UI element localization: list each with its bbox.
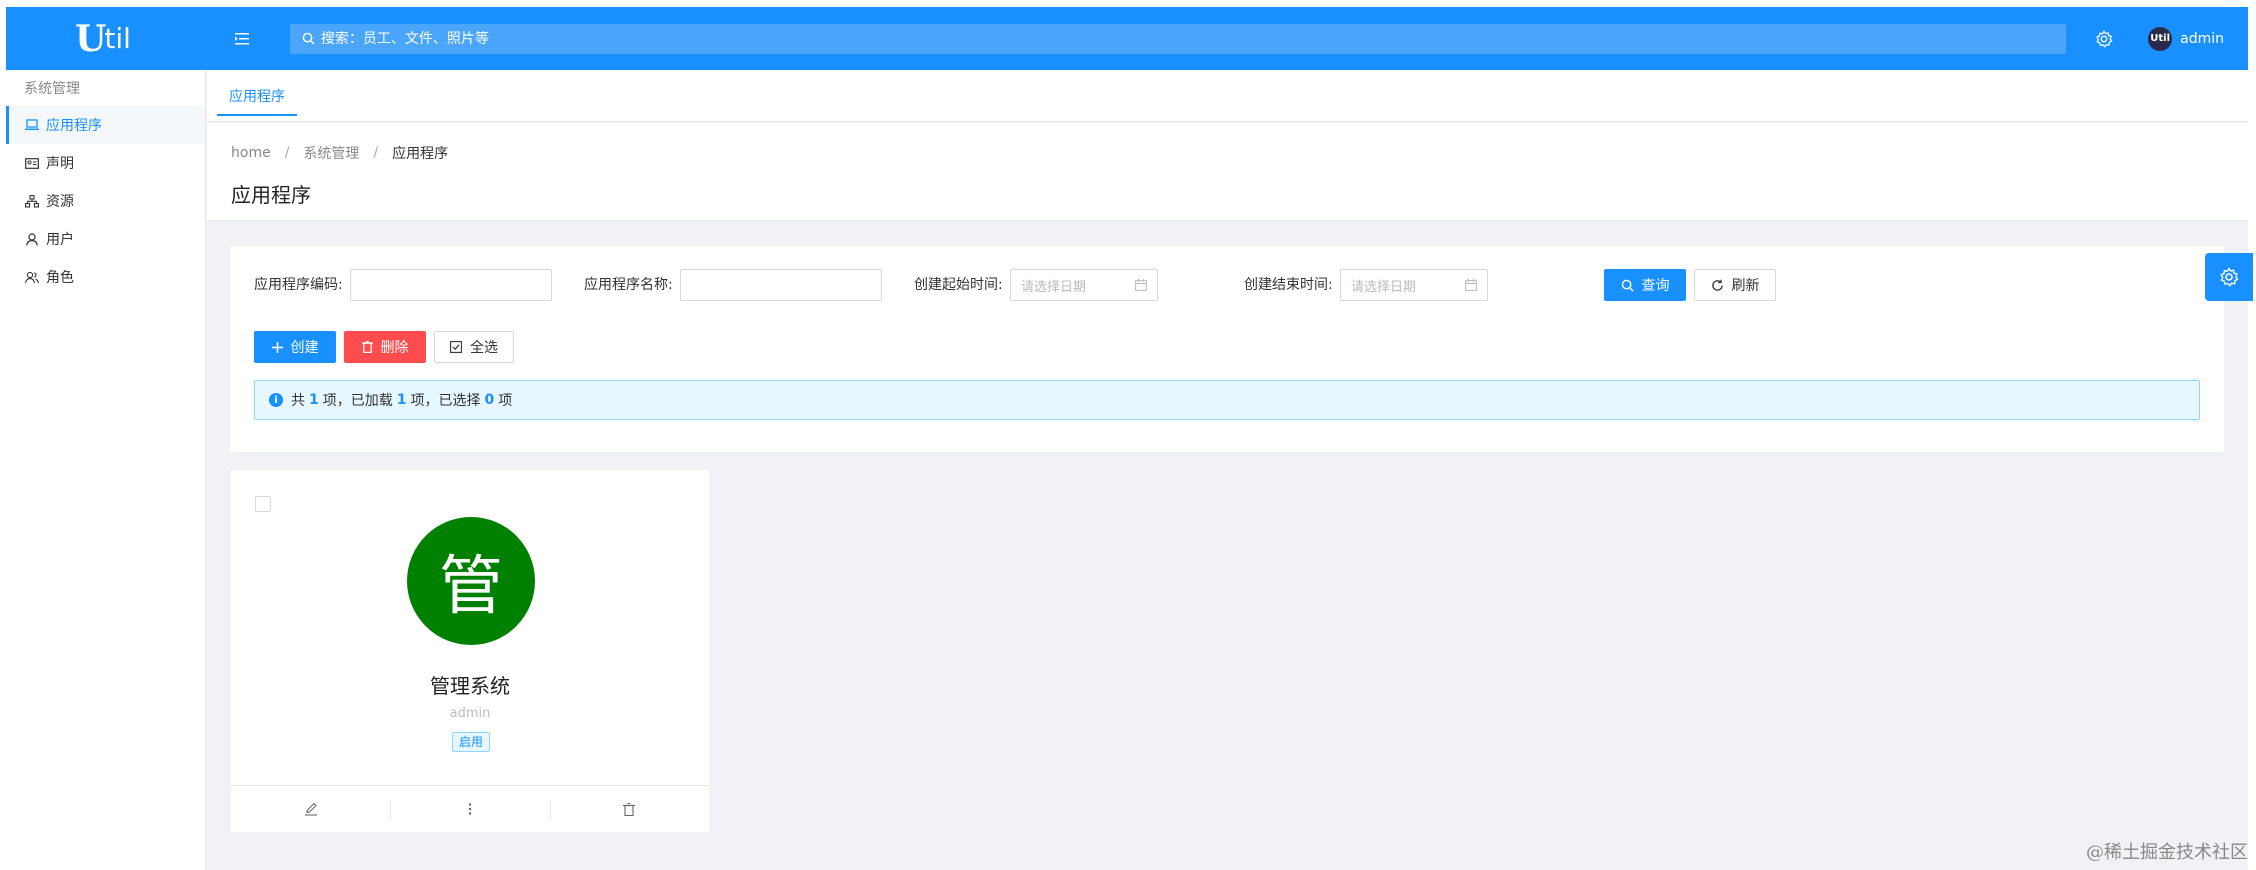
laptop-icon	[24, 117, 40, 133]
app-name-input[interactable]	[680, 269, 882, 301]
user-avatar[interactable]: Util	[2148, 26, 2173, 51]
start-time-label: 创建起始时间:	[914, 277, 1003, 293]
username[interactable]: admin	[2180, 31, 2224, 47]
check-square-icon	[450, 341, 462, 353]
app-name-label: 应用程序名称:	[584, 277, 673, 293]
summary-items-unit: 项，已加载	[322, 393, 393, 409]
end-date-picker[interactable]: 请选择日期	[1340, 269, 1488, 301]
trash-icon	[361, 341, 373, 353]
settings-button[interactable]	[2092, 27, 2116, 51]
theme-settings-button[interactable]	[2205, 253, 2253, 301]
breadcrumb: home / 系统管理 / 应用程序	[231, 143, 448, 163]
card-delete-button[interactable]	[549, 786, 709, 832]
start-date-placeholder: 请选择日期	[1021, 279, 1087, 295]
app-logo[interactable]: Util	[6, 7, 200, 70]
sidebar-item-label: 声明	[46, 156, 74, 172]
application-card: 管 管理系统 admin 启用	[231, 470, 709, 832]
sidebar-item-label: 用户	[46, 232, 74, 248]
menu-fold-icon	[235, 32, 249, 44]
breadcrumb-current: 应用程序	[392, 146, 449, 162]
delete-button[interactable]: 删除	[344, 331, 426, 363]
sidebar-item-label: 资源	[46, 194, 74, 210]
summary-total: 1	[309, 392, 319, 408]
search-icon	[1621, 279, 1634, 292]
query-label: 查询	[1641, 278, 1670, 294]
edit-button[interactable]	[231, 786, 390, 832]
sidebar-item-resources[interactable]: 资源	[6, 182, 205, 220]
reload-icon	[1711, 279, 1724, 292]
menu-fold-button[interactable]	[224, 21, 260, 57]
calendar-icon	[1465, 279, 1477, 291]
filter-row: 应用程序编码: 应用程序名称: 创建起始时间: 请选择日期 创建结束时间: 请选…	[254, 269, 2214, 301]
more-button[interactable]	[390, 786, 549, 832]
refresh-label: 刷新	[1731, 278, 1760, 294]
gear-icon	[2096, 29, 2113, 48]
end-date-placeholder: 请选择日期	[1351, 279, 1417, 295]
sidebar-item-applications[interactable]: 应用程序	[6, 106, 205, 144]
summary-prefix: 共	[291, 393, 305, 409]
more-vertical-icon	[468, 803, 472, 815]
sidebar-item-claims[interactable]: 声明	[6, 144, 205, 182]
summary-selected: 0	[484, 392, 495, 408]
end-time-label: 创建结束时间:	[1244, 277, 1333, 293]
edit-icon	[304, 802, 317, 816]
team-icon	[24, 269, 40, 285]
watermark: @稀土掘金技术社区	[2086, 842, 2248, 863]
app-name: 管理系统	[430, 674, 510, 698]
page-header: home / 系统管理 / 应用程序 应用程序	[207, 123, 2248, 221]
search-input[interactable]	[320, 30, 2066, 47]
filter-panel: 应用程序编码: 应用程序名称: 创建起始时间: 请选择日期 创建结束时间: 请选…	[230, 246, 2224, 452]
sidebar-group-title: 系统管理	[24, 81, 80, 97]
id-card-icon	[24, 155, 40, 171]
header-right: Util admin	[2092, 7, 2224, 70]
app-window: Util Util admin 系统管理 应用程序 声明 资源	[6, 7, 2253, 870]
sitemap-icon	[24, 193, 40, 209]
app-code-label: 应用程序编码:	[254, 277, 343, 293]
plus-icon	[271, 341, 283, 353]
create-label: 创建	[290, 340, 319, 356]
summary-loaded: 1	[396, 392, 407, 408]
search-icon	[302, 32, 315, 45]
page-title: 应用程序	[231, 183, 311, 207]
user-icon	[24, 231, 40, 247]
global-search[interactable]	[290, 23, 2066, 54]
top-header: Util Util admin	[6, 7, 2248, 70]
calendar-icon	[1135, 279, 1147, 291]
app-owner: admin	[449, 706, 491, 721]
select-all-label: 全选	[470, 340, 498, 356]
refresh-button[interactable]: 刷新	[1694, 269, 1776, 301]
start-date-picker[interactable]: 请选择日期	[1010, 269, 1158, 301]
app-avatar: 管	[407, 517, 535, 645]
breadcrumb-separator: /	[284, 145, 290, 161]
tab-applications[interactable]: 应用程序	[217, 70, 297, 122]
card-checkbox[interactable]	[255, 496, 271, 512]
trash-icon	[623, 802, 636, 816]
logo-sub: til	[104, 22, 131, 55]
breadcrumb-home[interactable]: home	[231, 145, 271, 161]
sidebar-item-users[interactable]: 用户	[6, 220, 205, 258]
status-badge: 启用	[452, 732, 491, 752]
summary-selected-unit: 项	[498, 393, 513, 409]
sidebar-item-label: 角色	[46, 270, 74, 286]
sidebar: 系统管理 应用程序 声明 资源 用户 角色	[6, 70, 206, 870]
selection-summary: i 共 1 项，已加载 1 项，已选择 0 项	[254, 380, 2200, 420]
sidebar-item-roles[interactable]: 角色	[6, 258, 205, 296]
app-code-input[interactable]	[350, 269, 552, 301]
sidebar-item-label: 应用程序	[46, 118, 102, 134]
info-icon: i	[269, 393, 283, 407]
summary-loaded-unit: 项，已选择	[410, 393, 481, 409]
select-all-button[interactable]: 全选	[434, 331, 514, 363]
create-button[interactable]: 创建	[254, 331, 336, 363]
delete-label: 删除	[380, 340, 409, 356]
breadcrumb-separator: /	[373, 145, 379, 161]
tab-bar: 应用程序	[207, 70, 2248, 122]
breadcrumb-system[interactable]: 系统管理	[303, 143, 359, 163]
gear-icon	[2220, 267, 2239, 287]
logo-main: U	[75, 17, 106, 60]
query-button[interactable]: 查询	[1604, 269, 1686, 301]
card-actions	[231, 785, 709, 832]
